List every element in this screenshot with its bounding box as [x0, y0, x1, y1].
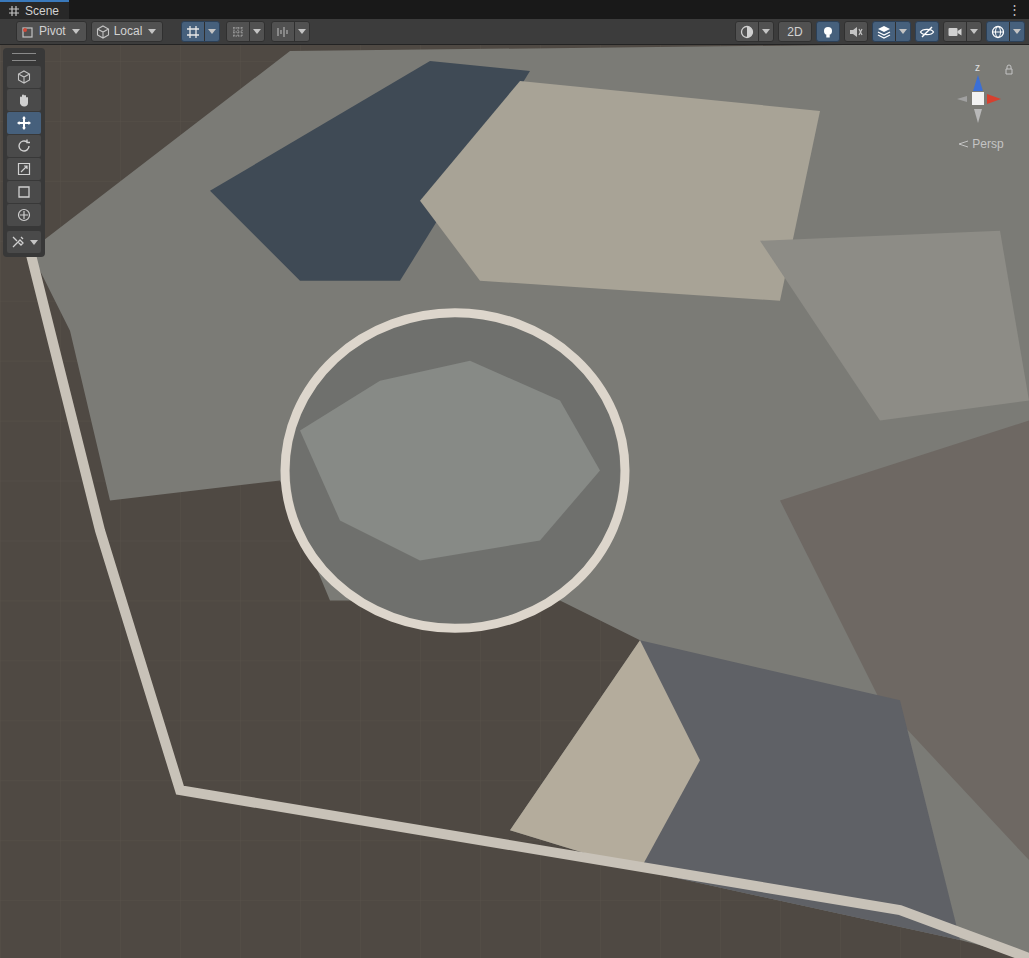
site-model-image [0, 45, 1029, 958]
shading-button[interactable] [735, 21, 774, 42]
tab-bar: Scene ⋮ [0, 0, 1029, 19]
scene-toolbar: PivotLocal 2D [0, 19, 1029, 45]
dropdown-arrow-icon [762, 29, 770, 34]
camera-button[interactable] [943, 21, 982, 42]
transform-tool[interactable] [7, 204, 41, 226]
scale-tool[interactable] [7, 158, 41, 180]
local-dropdown[interactable]: Local [91, 21, 164, 42]
tools-overlay [3, 48, 45, 257]
pivot-icon [21, 25, 35, 39]
increment-icon [275, 24, 291, 40]
dropdown-arrow-icon [72, 29, 80, 34]
rotate-tool[interactable] [7, 135, 41, 157]
rect-icon [16, 184, 32, 200]
axis-gizmo-icon: z [941, 61, 1021, 139]
svg-text:z: z [975, 62, 980, 73]
gizmos-button[interactable] [986, 21, 1025, 42]
dropdown-arrow-icon [899, 29, 907, 34]
dropdown-arrow-icon [208, 29, 216, 34]
hash-icon [8, 5, 20, 17]
dropdown-arrow-icon [148, 29, 156, 34]
visibility-button[interactable] [915, 21, 939, 42]
rotate-icon [16, 138, 32, 154]
local-cube-icon [96, 25, 110, 39]
hand-tool[interactable] [7, 89, 41, 111]
grid-icon [230, 24, 246, 40]
orientation-gizmo[interactable]: z Persp [941, 61, 1021, 151]
overlay-handle[interactable] [12, 53, 36, 61]
lighting-icon [820, 24, 836, 40]
lighting-button[interactable] [816, 21, 840, 42]
transform-icon [16, 207, 32, 223]
grid-snap-toggle[interactable] [181, 21, 220, 42]
view-icon [16, 69, 32, 85]
visibility-icon [919, 24, 935, 40]
more-menu-button[interactable]: ⋮ [1000, 0, 1029, 19]
projection-toggle[interactable]: Persp [958, 137, 1003, 151]
grid-toggle[interactable] [226, 21, 265, 42]
grid-snap-icon [185, 24, 201, 40]
custom-tool[interactable] [7, 231, 41, 253]
gizmos-icon [990, 24, 1006, 40]
view-tool[interactable] [7, 66, 41, 88]
dropdown-arrow-icon [970, 29, 978, 34]
effects-button[interactable] [872, 21, 911, 42]
rect-tool[interactable] [7, 181, 41, 203]
scene-viewport[interactable]: z Persp [0, 45, 1029, 958]
projection-icon [958, 140, 969, 148]
audio-icon [848, 24, 864, 40]
dropdown-arrow-icon [298, 29, 306, 34]
audio-button[interactable] [844, 21, 868, 42]
increment-toggle[interactable] [271, 21, 310, 42]
scene-window: Scene ⋮ PivotLocal 2D z Persp [0, 0, 1029, 958]
custom-icon [10, 234, 26, 250]
move-tool[interactable] [7, 112, 41, 134]
scene-tab[interactable]: Scene [0, 0, 69, 19]
scale-icon [16, 161, 32, 177]
camera-icon [947, 24, 963, 40]
dropdown-arrow-icon [30, 240, 38, 245]
pivot-dropdown[interactable]: Pivot [16, 21, 87, 42]
dropdown-arrow-icon [1013, 29, 1021, 34]
hand-icon [16, 92, 32, 108]
dropdown-arrow-icon [253, 29, 261, 34]
text-button[interactable]: 2D [778, 21, 812, 42]
effects-icon [876, 24, 892, 40]
move-icon [16, 115, 32, 131]
shading-icon [739, 24, 755, 40]
